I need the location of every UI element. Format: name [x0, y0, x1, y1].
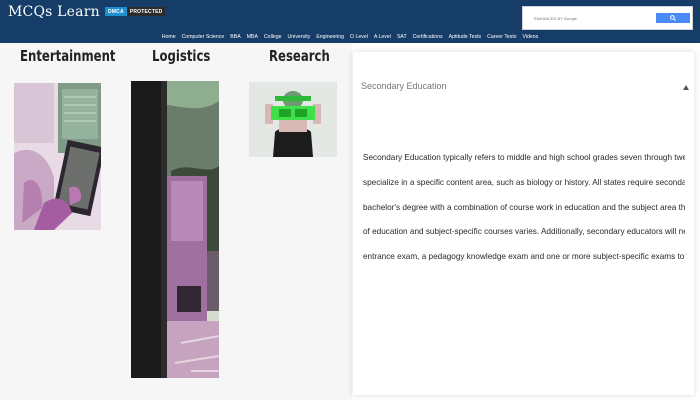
- description-line: bachelor's degree with a combination of …: [363, 202, 685, 212]
- dmca-badge-group[interactable]: DMCA PROTECTED: [105, 7, 166, 16]
- description-line: entrance exam, a pedagogy knowledge exam…: [363, 252, 685, 262]
- description-line: of education and subject-specific course…: [363, 227, 685, 237]
- category-title-logistics[interactable]: Logistics: [152, 47, 210, 65]
- research-image[interactable]: [249, 82, 337, 157]
- nav-item-engineering[interactable]: Engineering: [316, 33, 344, 43]
- search-icon: [670, 15, 676, 21]
- scroll-up-arrow-icon[interactable]: [683, 85, 689, 90]
- protected-badge[interactable]: PROTECTED: [126, 7, 166, 16]
- logistics-image[interactable]: [131, 81, 219, 378]
- category-title-entertainment[interactable]: Entertainment: [20, 47, 116, 65]
- nav-item-mba[interactable]: MBA: [247, 33, 258, 43]
- nav-item-videos[interactable]: Videos: [522, 33, 538, 43]
- category-section: Entertainment Logistics Research: [0, 43, 352, 400]
- site-header: MCQs Learn DMCA PROTECTED Home Computer …: [0, 0, 700, 43]
- nav-item-aptitude-tests[interactable]: Aptitude Tests: [449, 33, 482, 43]
- nav-item-a-level[interactable]: A Level: [374, 33, 391, 43]
- nav-item-home[interactable]: Home: [162, 33, 176, 43]
- education-panel: Secondary Education Secondary Education …: [353, 52, 694, 395]
- category-title-research[interactable]: Research: [269, 47, 330, 65]
- entertainment-image[interactable]: [14, 83, 101, 230]
- description-line: specialize in a specific content area, s…: [363, 177, 685, 187]
- nav-item-bba[interactable]: BBA: [230, 33, 240, 43]
- search-input[interactable]: [526, 11, 646, 25]
- nav-item-university[interactable]: University: [288, 33, 311, 43]
- search-box: [522, 6, 693, 30]
- panel-title: Secondary Education: [361, 81, 447, 91]
- search-button[interactable]: [656, 13, 690, 23]
- site-logo[interactable]: MCQs Learn: [8, 4, 100, 20]
- nav-item-computer-science[interactable]: Computer Science: [182, 33, 225, 43]
- nav-item-o-level[interactable]: O Level: [350, 33, 368, 43]
- dmca-badge[interactable]: DMCA: [105, 7, 127, 16]
- nav-item-certifications[interactable]: Certifications: [413, 33, 443, 43]
- nav-item-career-tests[interactable]: Career Tests: [487, 33, 516, 43]
- panel-description: Secondary Education typically refers to …: [363, 146, 685, 270]
- main-nav: Home Computer Science BBA MBA College Un…: [0, 33, 700, 43]
- nav-item-sat[interactable]: SAT: [397, 33, 407, 43]
- nav-item-college[interactable]: College: [264, 33, 282, 43]
- description-line: Secondary Education typically refers to …: [363, 153, 685, 162]
